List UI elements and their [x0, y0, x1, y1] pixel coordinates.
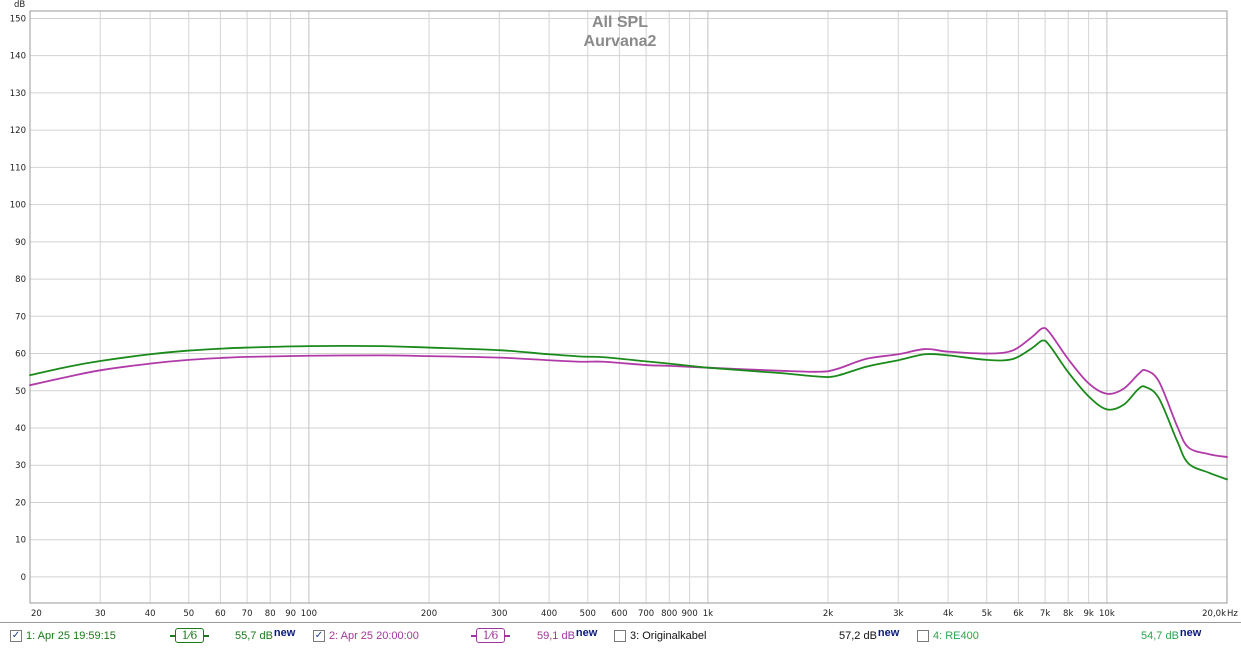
x-tick-label: 6k	[1013, 609, 1023, 619]
x-tick-label: 3k	[893, 609, 903, 619]
legend-level-value-3: 57,2 dB	[839, 630, 877, 642]
series-line-1	[29, 339, 1228, 481]
y-tick-label: 110	[10, 163, 26, 173]
y-tick-label: 100	[10, 201, 26, 211]
legend-checkbox-3[interactable]	[614, 630, 626, 642]
legend-label-2: 2: Apr 25 20:00:00	[329, 630, 419, 642]
y-tick-label: 40	[15, 424, 26, 434]
x-tick-label: 500	[580, 609, 596, 619]
y-tick-label: 120	[10, 126, 26, 136]
legend-new-tag-1[interactable]: new	[274, 627, 295, 639]
x-tick-label: 600	[611, 609, 627, 619]
legend-item-3[interactable]: 3: Originalkabel	[614, 623, 706, 649]
x-tick-label: 7k	[1040, 609, 1050, 619]
legend-checkbox-1[interactable]: ✓	[10, 630, 22, 642]
x-tick-label: 90	[285, 609, 296, 619]
legend-checkbox-2[interactable]: ✓	[313, 630, 325, 642]
x-tick-label: 5k	[982, 609, 992, 619]
frequency-response-chart: 0 10 20 30 40 50 60 70 80 90 100 110 120 130 140 150 20 3…	[10, 0, 1239, 619]
legend-level-value-4: 54,7 dB	[1141, 630, 1179, 642]
y-tick-label: 20	[15, 498, 26, 508]
x-tick-label: 200	[421, 609, 437, 619]
y-tick-label: 60	[15, 350, 26, 360]
x-tick-label: 400	[541, 609, 557, 619]
x-tick-label: 30	[95, 609, 106, 619]
x-tick-label: 300	[491, 609, 507, 619]
legend-checkbox-4[interactable]	[917, 630, 929, 642]
y-tick-label: 10	[15, 536, 26, 546]
legend-bar: ✓ 1: Apr 25 19:59:15 1⁄6 55,7 dB new ✓ 2:…	[0, 622, 1241, 649]
y-tick-label: 130	[10, 89, 26, 99]
smoothing-badge-1[interactable]: 1⁄6	[170, 628, 209, 643]
legend-new-tag-3[interactable]: new	[878, 627, 899, 639]
x-tick-label: 800	[661, 609, 677, 619]
x-tick-label: 100	[301, 609, 317, 619]
legend-item-4[interactable]: 4: RE400	[917, 623, 979, 649]
x-tick-label: 1k	[703, 609, 713, 619]
legend-level-value-2: 59,1 dB	[537, 630, 575, 642]
y-tick-label: 140	[10, 52, 26, 62]
x-axis-unit-label: Hz	[1227, 609, 1238, 619]
series-line-2	[29, 327, 1228, 458]
y-tick-label: 80	[15, 275, 26, 285]
legend-label-4: 4: RE400	[933, 630, 979, 642]
legend-level-value-1: 55,7 dB	[235, 630, 273, 642]
legend-item-2[interactable]: ✓ 2: Apr 25 20:00:00	[313, 623, 419, 649]
legend-new-tag-2[interactable]: new	[576, 627, 597, 639]
x-tick-label: 10k	[1099, 609, 1115, 619]
smoothing-badge-2[interactable]: 1⁄6	[471, 628, 510, 643]
x-tick-label: 8k	[1063, 609, 1073, 619]
y-axis-unit-label: dB	[14, 0, 25, 10]
y-tick-label: 30	[15, 461, 26, 471]
y-tick-label: 50	[15, 387, 26, 397]
x-tick-label: 40	[145, 609, 156, 619]
x-tick-label: 9k	[1083, 609, 1093, 619]
x-tick-label: 20	[31, 609, 42, 619]
x-tick-label: 70	[242, 609, 253, 619]
legend-new-tag-4[interactable]: new	[1180, 627, 1201, 639]
y-tick-label: 90	[15, 238, 26, 248]
chart-area: 0 10 20 30 40 50 60 70 80 90 100 110 120 130 140 150 20 3…	[0, 0, 1241, 622]
legend-level-3: 57,2 dB new	[839, 623, 899, 649]
x-tick-label: 60	[215, 609, 226, 619]
y-tick-label: 70	[15, 312, 26, 322]
legend-label-3: 3: Originalkabel	[630, 630, 707, 642]
legend-label-1: 1: Apr 25 19:59:15	[26, 630, 116, 642]
legend-level-4: 54,7 dB new	[1141, 623, 1201, 649]
x-tick-label: 700	[638, 609, 654, 619]
x-tick-label: 80	[265, 609, 276, 619]
chart-title: All SPL	[592, 14, 648, 31]
x-tick-label: 4k	[943, 609, 953, 619]
chart-subtitle: Aurvana2	[584, 33, 657, 50]
legend-level-2: 59,1 dB new	[537, 623, 597, 649]
x-tick-label: 2k	[823, 609, 833, 619]
x-tick-label: 20,0k	[1202, 609, 1226, 619]
legend-item-1[interactable]: ✓ 1: Apr 25 19:59:15	[10, 623, 116, 649]
plot-frame	[29, 10, 1228, 604]
y-tick-label: 150	[10, 14, 26, 24]
y-tick-label: 0	[21, 573, 26, 583]
legend-level-1: 55,7 dB new	[235, 623, 295, 649]
x-tick-label: 50	[183, 609, 194, 619]
x-tick-label: 900	[682, 609, 698, 619]
